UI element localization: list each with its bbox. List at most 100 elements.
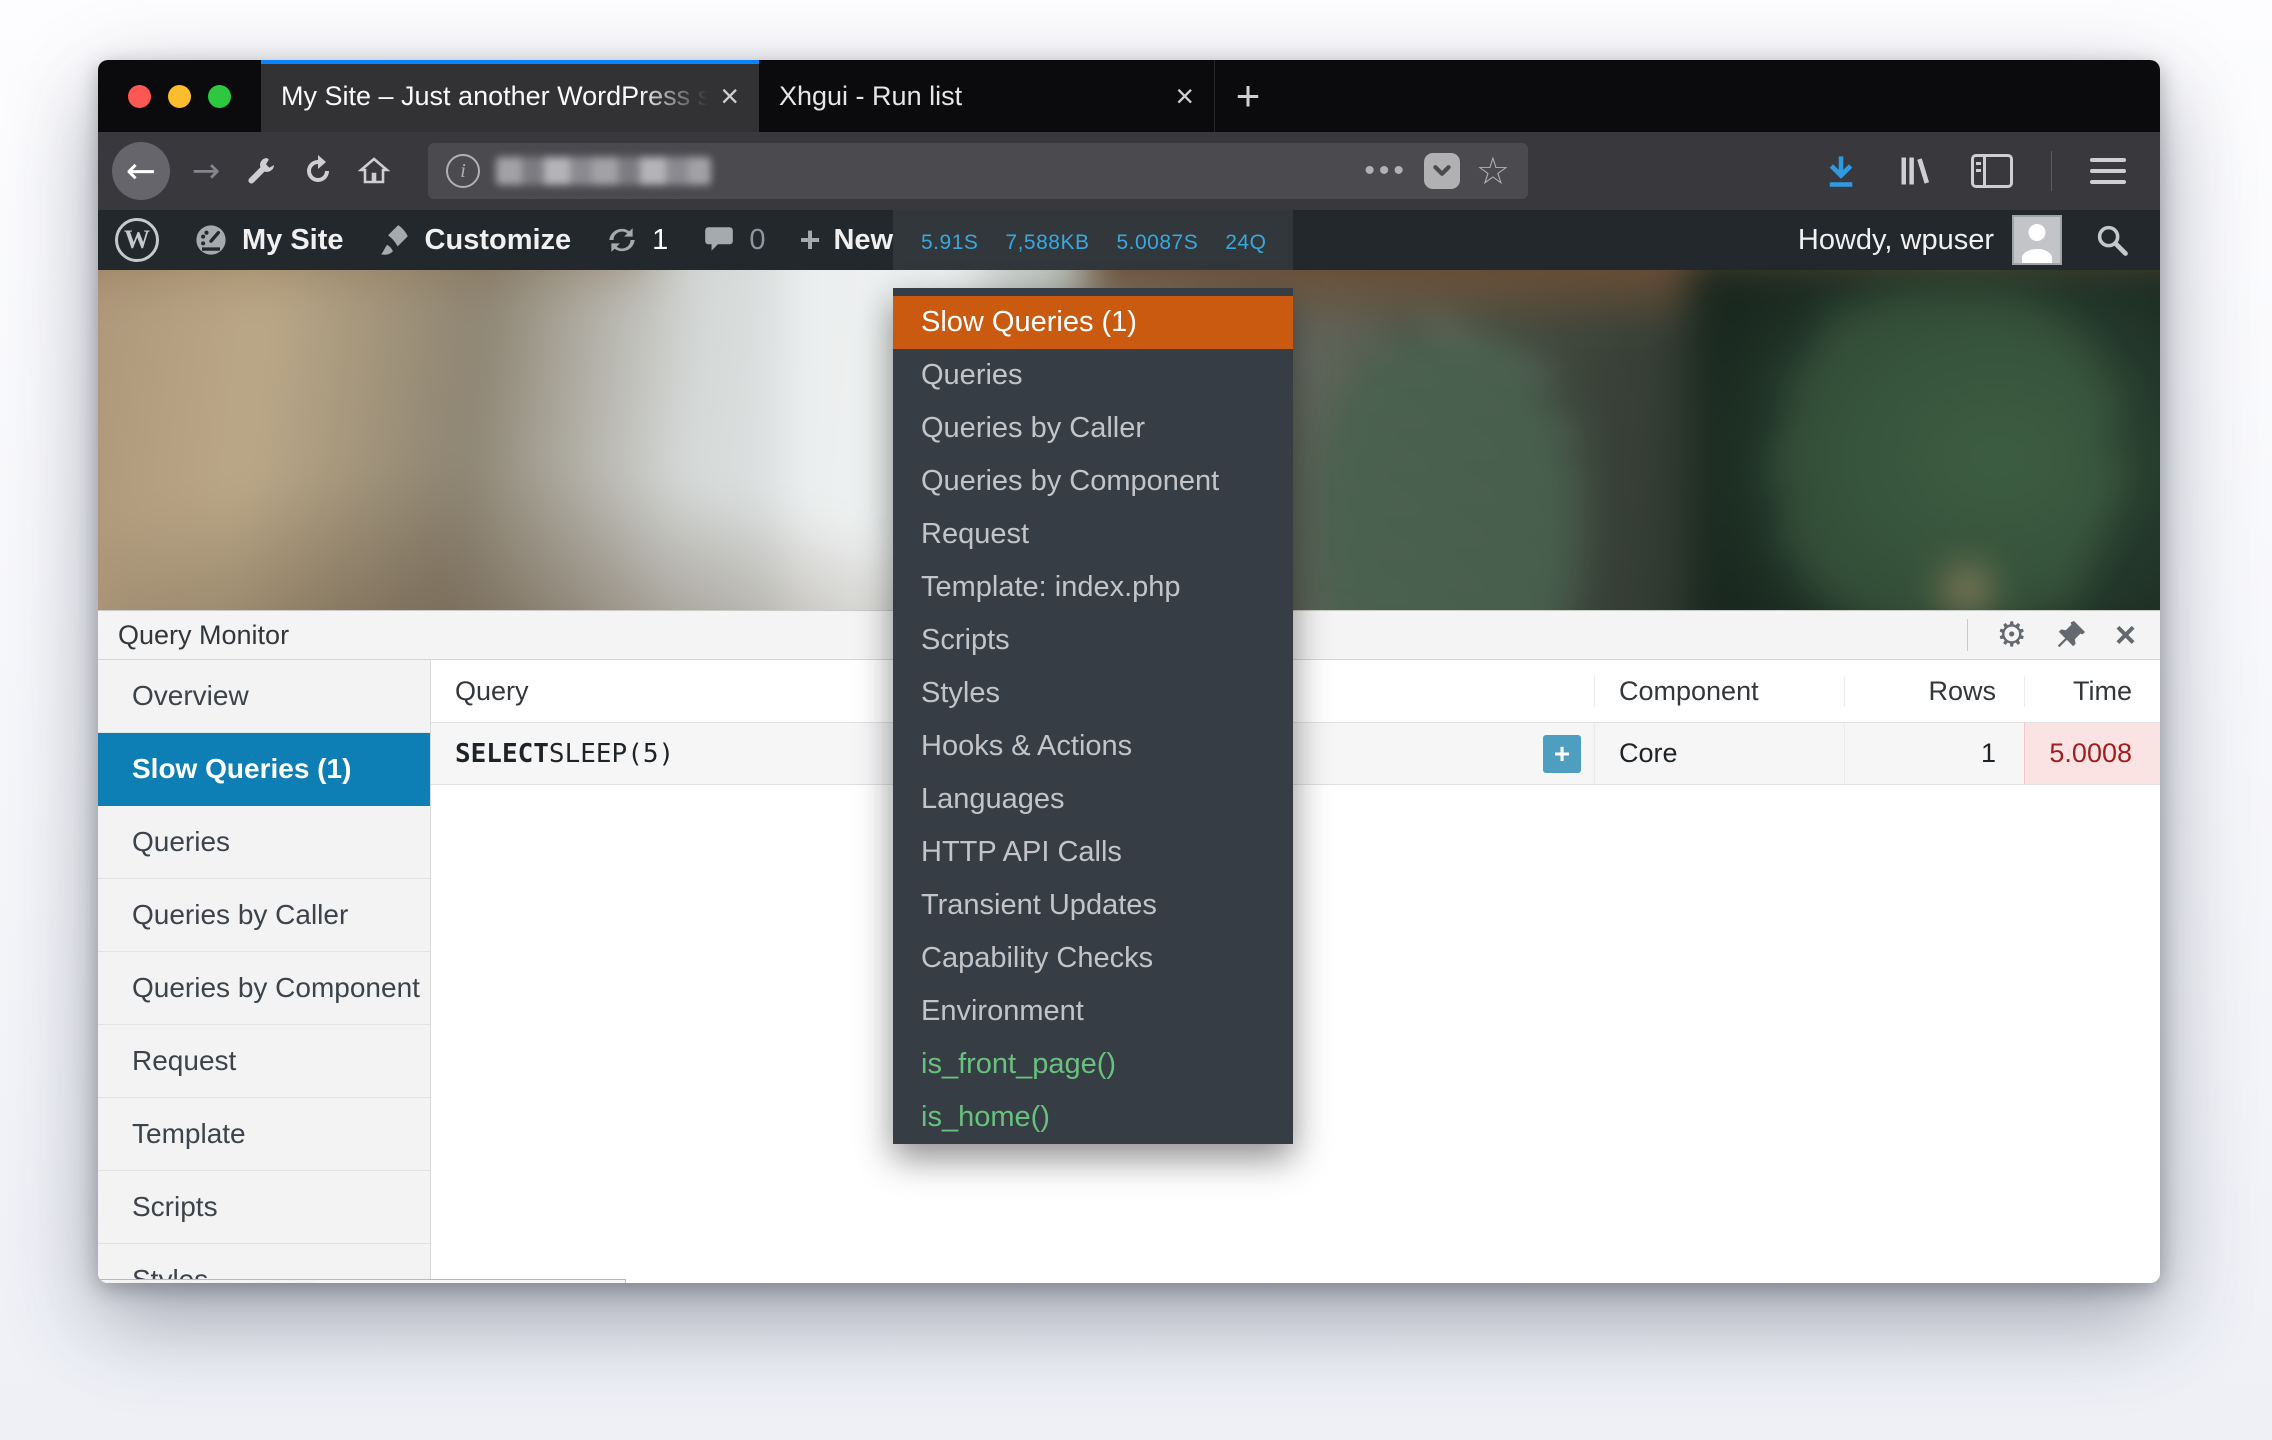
qm-menu-template[interactable]: Template: index.php [893,561,1293,614]
tab-title: My Site – Just another WordPress si [281,81,708,112]
my-account-menu[interactable]: Howdy, wpuser [1798,210,2160,270]
qm-menu-queries-by-caller[interactable]: Queries by Caller [893,402,1293,455]
qm-menu-hooks-actions[interactable]: Hooks & Actions [893,720,1293,773]
page-actions-icon[interactable]: ••• [1364,154,1408,188]
sidebar-toggle-icon[interactable] [1971,154,2013,188]
howdy-label: Howdy, wpuser [1798,224,1994,257]
bookmark-star-icon[interactable]: ☆ [1476,149,1510,193]
tab-close-icon[interactable]: × [1175,80,1194,112]
pocket-icon[interactable] [1424,153,1460,189]
qm-menu-slow-queries[interactable]: Slow Queries (1) [893,296,1293,349]
qm-tab-request[interactable]: Request [98,1025,430,1098]
my-site-label: My Site [242,224,344,257]
table-row: SELECT SLEEP(5) + Core 1 5.0008 [431,723,2160,785]
qm-menu-is-home[interactable]: is_home() [893,1091,1293,1144]
component-cell: Core [1594,723,1844,784]
search-icon[interactable] [2094,222,2130,258]
toolbar-right-icons [1823,151,2126,191]
qm-close-icon[interactable]: × [2115,617,2136,653]
url-text-redacted [496,157,711,185]
new-content-menu[interactable]: + New [782,210,910,270]
query-monitor-adminbar-item[interactable]: 5.91s 7,588kb 5.0087s 24q [893,210,1293,270]
dashboard-gauge-icon [193,222,229,258]
column-header-time[interactable]: Time [2024,676,2160,707]
reload-icon[interactable] [290,143,346,199]
new-tab-button[interactable]: + [1215,60,1281,132]
qm-menu-transient-updates[interactable]: Transient Updates [893,879,1293,932]
wrench-icon[interactable] [234,143,290,199]
pin-icon[interactable] [2055,619,2087,651]
toolbar-separator [2051,151,2052,191]
qm-tab-queries-by-caller[interactable]: Queries by Caller [98,879,430,952]
forward-icon[interactable]: → [178,143,234,199]
avatar [2012,215,2062,265]
qm-menu-request[interactable]: Request [893,508,1293,561]
expand-row-button[interactable]: + [1543,735,1581,773]
qm-menu-styles[interactable]: Styles [893,667,1293,720]
home-icon[interactable] [346,143,402,199]
qm-menu-queries-by-component[interactable]: Queries by Component [893,455,1293,508]
downloads-icon[interactable] [1823,153,1859,189]
site-info-icon[interactable]: i [446,154,480,188]
tab-close-icon[interactable]: × [720,80,739,112]
qm-menu-capability-checks[interactable]: Capability Checks [893,932,1293,985]
updates-count: 1 [652,224,668,257]
minimize-window-button[interactable] [168,85,191,108]
browser-window: My Site – Just another WordPress si × Xh… [98,60,2160,1283]
qm-tab-template[interactable]: Template [98,1098,430,1171]
browser-tab-bar: My Site – Just another WordPress si × Xh… [98,60,2160,132]
new-label: New [833,224,893,257]
menu-hamburger-icon[interactable] [2090,158,2126,184]
tab-title: Xhgui - Run list [779,81,1163,112]
link-status-bar: /#qm-query-expensive [98,1279,626,1283]
qm-titlebar-separator [1967,619,1968,651]
window-controls [98,60,261,132]
qm-query-count: 24q [1225,223,1266,257]
time-cell: 5.0008 [2024,723,2160,784]
plus-icon: + [799,222,820,258]
updates-icon [605,223,639,257]
address-bar[interactable]: i ••• ☆ [428,143,1528,199]
qm-tab-queries[interactable]: Queries [98,806,430,879]
qm-menu-is-front-page[interactable]: is_front_page() [893,1038,1293,1091]
qm-menu-languages[interactable]: Languages [893,773,1293,826]
qm-tab-queries-by-component[interactable]: Queries by Component [98,952,430,1025]
qm-menu-environment[interactable]: Environment [893,985,1293,1038]
customize-menu[interactable]: Customize [361,210,589,270]
qm-tab-styles[interactable]: Styles [98,1244,430,1283]
wordpress-logo-icon: W [115,218,159,262]
qm-sidebar: Overview Slow Queries (1) Queries Querie… [98,660,431,1283]
comment-bubble-icon [702,223,736,257]
qm-tab-scripts[interactable]: Scripts [98,1171,430,1244]
qm-menu-queries[interactable]: Queries [893,349,1293,402]
wp-logo-menu[interactable]: W [98,210,176,270]
qm-table-header-row: Query Component Rows Time [431,660,2160,723]
comments-menu[interactable]: 0 [685,210,782,270]
customize-label: Customize [425,224,572,257]
qm-tab-overview[interactable]: Overview [98,660,430,733]
qm-memory: 7,588kb [1005,223,1089,257]
tab-xhgui[interactable]: Xhgui - Run list × [759,60,1215,132]
qm-dropdown-menu: Slow Queries (1) Queries Queries by Call… [893,288,1293,1144]
close-window-button[interactable] [128,85,151,108]
library-icon[interactable] [1897,153,1933,189]
rows-cell: 1 [1844,723,2024,784]
updates-menu[interactable]: 1 [588,210,685,270]
column-header-component[interactable]: Component [1594,676,1844,707]
qm-panel-title: Query Monitor [118,620,289,651]
qm-menu-scripts[interactable]: Scripts [893,614,1293,667]
column-header-rows[interactable]: Rows [1844,676,2024,707]
qm-page-time: 5.91s [921,223,978,257]
my-site-menu[interactable]: My Site [176,210,361,270]
qm-tab-slow-queries[interactable]: Slow Queries (1) [98,733,430,806]
tab-my-site[interactable]: My Site – Just another WordPress si × [261,60,759,132]
zoom-window-button[interactable] [208,85,231,108]
qm-db-time: 5.0087s [1116,223,1198,257]
comments-count: 0 [749,224,765,257]
qm-table: Query Component Rows Time SELECT SLEEP(5… [431,660,2160,1283]
customize-brush-icon [378,223,412,257]
qm-menu-http-api-calls[interactable]: HTTP API Calls [893,826,1293,879]
back-icon[interactable]: ← [112,142,170,200]
settings-gear-icon[interactable]: ⚙ [1996,618,2026,652]
wp-admin-bar: W My Site Customize 1 0 + [98,210,2160,270]
